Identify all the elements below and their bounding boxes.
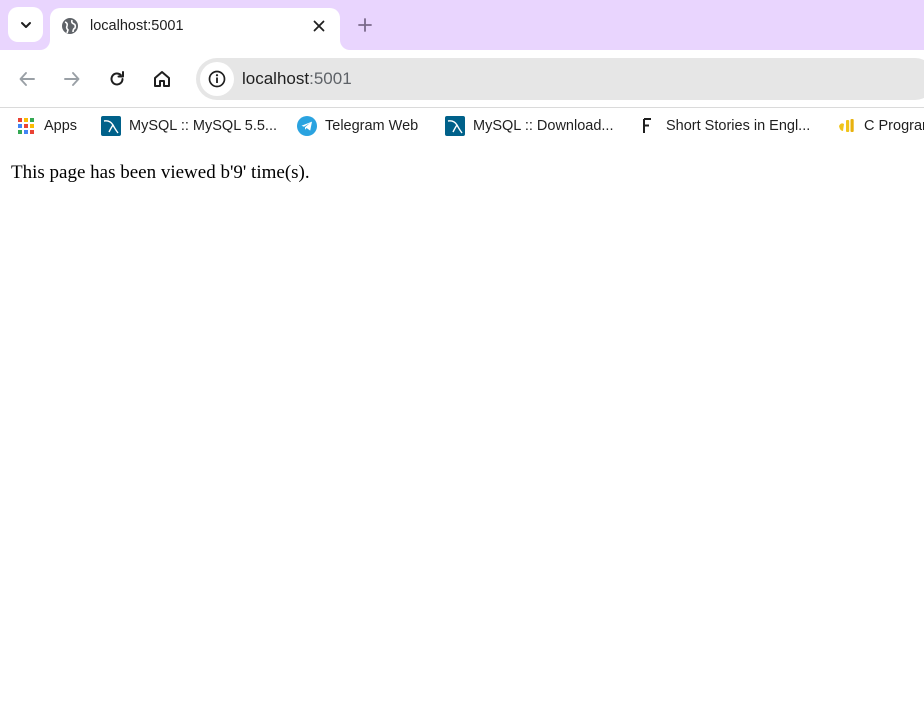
url-port: :5001 bbox=[309, 69, 352, 88]
browser-toolbar: localhost:5001 bbox=[0, 50, 924, 107]
address-bar[interactable]: localhost:5001 bbox=[196, 58, 924, 100]
tab-strip: localhost:5001 bbox=[0, 0, 924, 50]
home-icon bbox=[154, 71, 170, 87]
mysql-icon bbox=[101, 116, 121, 136]
plus-icon bbox=[358, 18, 372, 32]
globe-icon bbox=[62, 18, 78, 34]
f-letter-icon bbox=[638, 116, 658, 136]
reload-icon bbox=[110, 71, 124, 86]
page-content: This page has been viewed b'9' time(s). bbox=[0, 144, 924, 703]
telegram-icon bbox=[297, 116, 317, 136]
bookmarks-bar: Apps MySQL :: MySQL 5.5... Telegram Web … bbox=[0, 107, 924, 144]
bookmark-label: Telegram Web bbox=[325, 118, 419, 134]
site-info-button[interactable] bbox=[200, 62, 234, 96]
bookmark-mysql-download[interactable]: MySQL :: Download... bbox=[445, 114, 614, 138]
active-tab[interactable]: localhost:5001 bbox=[50, 8, 340, 50]
bookmark-short-stories[interactable]: Short Stories in Engl... bbox=[638, 114, 810, 138]
tab-title: localhost:5001 bbox=[90, 18, 184, 34]
bookmark-label: Apps bbox=[44, 118, 78, 134]
info-icon bbox=[208, 70, 226, 88]
mysql-icon bbox=[445, 116, 465, 136]
js-logo-icon bbox=[836, 116, 856, 136]
tab-close-button[interactable] bbox=[308, 15, 330, 37]
close-icon bbox=[313, 20, 325, 32]
view-count-message: This page has been viewed b'9' time(s). bbox=[11, 162, 310, 183]
home-button[interactable] bbox=[145, 62, 179, 96]
arrow-right-icon bbox=[64, 72, 80, 86]
chevron-down-icon bbox=[20, 21, 31, 28]
bookmark-label: MySQL :: Download... bbox=[473, 118, 614, 134]
bookmark-apps[interactable]: Apps bbox=[16, 114, 77, 138]
reload-button[interactable] bbox=[100, 62, 134, 96]
url-host: localhost bbox=[242, 69, 310, 88]
bookmark-label: Short Stories in Engl... bbox=[666, 118, 811, 134]
bookmark-label: MySQL :: MySQL 5.5... bbox=[129, 118, 277, 134]
arrow-left-icon bbox=[19, 72, 35, 86]
bookmark-label: C Program bbox=[864, 118, 924, 134]
apps-grid-icon bbox=[16, 116, 36, 136]
bookmark-c-program[interactable]: C Program bbox=[836, 114, 924, 138]
forward-button[interactable] bbox=[55, 62, 89, 96]
bookmark-mysql-55[interactable]: MySQL :: MySQL 5.5... bbox=[101, 114, 277, 138]
tab-search-button[interactable] bbox=[8, 7, 43, 42]
back-button[interactable] bbox=[10, 62, 44, 96]
url-text[interactable]: localhost:5001 bbox=[242, 69, 842, 89]
bookmark-telegram[interactable]: Telegram Web bbox=[297, 114, 418, 138]
new-tab-button[interactable] bbox=[352, 12, 378, 38]
